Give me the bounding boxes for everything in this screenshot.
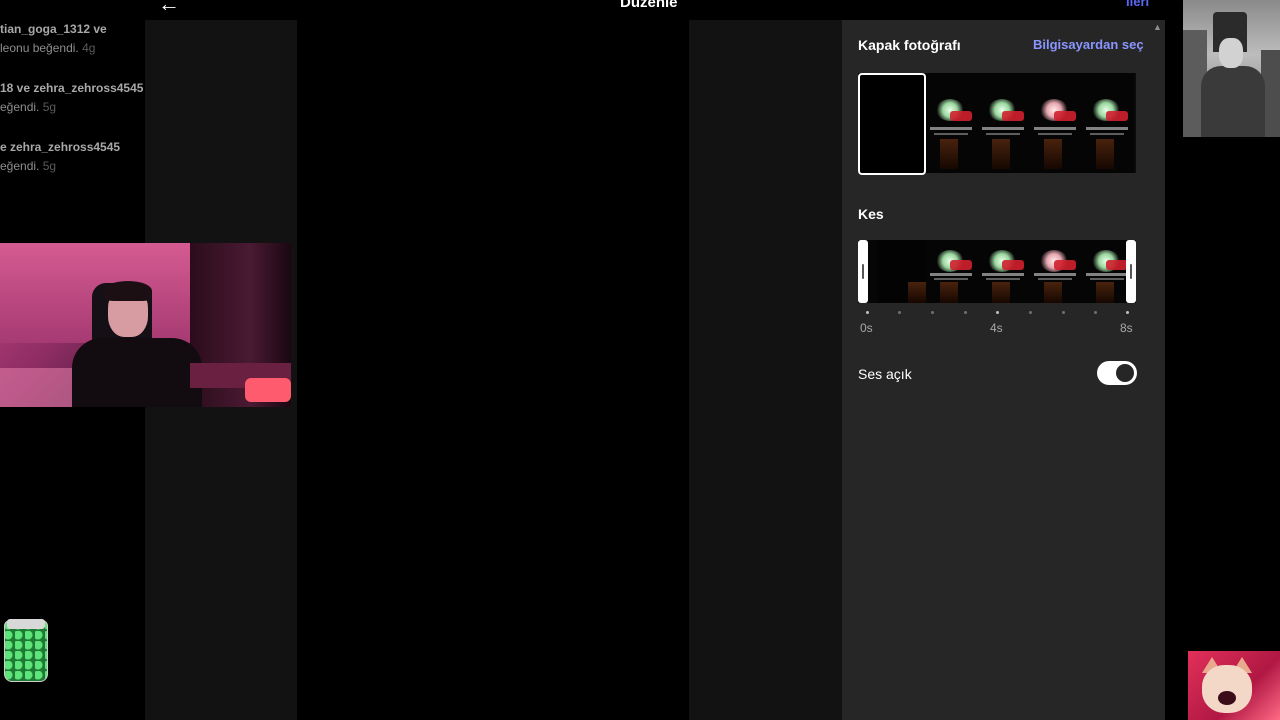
cover-frame[interactable]: [926, 73, 978, 173]
notification-time: 5g: [42, 159, 57, 173]
timeline-tick: [866, 311, 869, 314]
video-preview[interactable]: [297, 20, 689, 720]
timeline-label: 0s: [860, 321, 873, 335]
trim-section-title: Kes: [858, 206, 884, 222]
dialog-title: Düzenle: [620, 0, 678, 11]
cover-section-title: Kapak fotoğrafı: [858, 37, 961, 53]
trim-timeline[interactable]: [858, 240, 1136, 303]
notification-action: eğendi.: [0, 159, 40, 173]
notification-time: 4g: [82, 41, 96, 55]
notification-user: e zehra_zehross4545: [0, 140, 121, 154]
cat-image-overlay: [1188, 651, 1280, 720]
cover-frame[interactable]: [1030, 73, 1082, 173]
back-arrow-icon[interactable]: ←: [158, 0, 180, 17]
timeline-tick: [1094, 311, 1097, 314]
timeline-tick: [1062, 311, 1065, 314]
timeline-tick: [1029, 311, 1032, 314]
webcam-overlay: [0, 243, 291, 407]
notification-item[interactable]: tian_goga_1312 ve leonu beğendi. 4g: [0, 20, 145, 58]
timeline-tick: [1126, 311, 1129, 314]
trim-frame: [978, 240, 1030, 303]
historical-photo-overlay: [1183, 0, 1280, 137]
timeline-tick: [898, 311, 901, 314]
notification-user: tian_goga_1312 ve: [0, 22, 107, 36]
cover-frame[interactable]: [978, 73, 1030, 173]
notification-item[interactable]: e zehra_zehross4545 eğendi. 5g: [0, 138, 145, 176]
notification-item[interactable]: 18 ve zehra_zehross4545 eğendi. 5g: [0, 79, 145, 117]
jar-image: [4, 619, 48, 682]
trim-frame: [1030, 240, 1082, 303]
trim-end-handle[interactable]: [1126, 240, 1136, 303]
trim-start-handle[interactable]: [858, 240, 868, 303]
sound-label: Ses açık: [858, 366, 912, 382]
timeline-tick: [931, 311, 934, 314]
timeline-label: 8s: [1120, 321, 1133, 335]
toggle-knob: [1116, 364, 1134, 382]
scroll-up-icon[interactable]: ▲: [1153, 22, 1162, 32]
timeline-tick: [964, 311, 967, 314]
trim-frame: [926, 240, 978, 303]
notification-action: eğendi.: [0, 100, 40, 114]
choose-from-computer-button[interactable]: Bilgisayardan seç: [1033, 37, 1144, 52]
selected-cover-frame[interactable]: [858, 73, 926, 175]
notification-user: 18 ve zehra_zehross4545: [0, 81, 144, 95]
timeline-label: 4s: [990, 321, 1003, 335]
timeline-tick: [996, 311, 999, 314]
trim-frame: [878, 240, 930, 303]
cover-frame[interactable]: [1082, 73, 1134, 173]
sound-toggle[interactable]: [1097, 361, 1137, 385]
next-button[interactable]: İleri: [1126, 0, 1149, 9]
notification-action: leonu beğendi.: [0, 41, 79, 55]
notification-time: 5g: [42, 100, 57, 114]
